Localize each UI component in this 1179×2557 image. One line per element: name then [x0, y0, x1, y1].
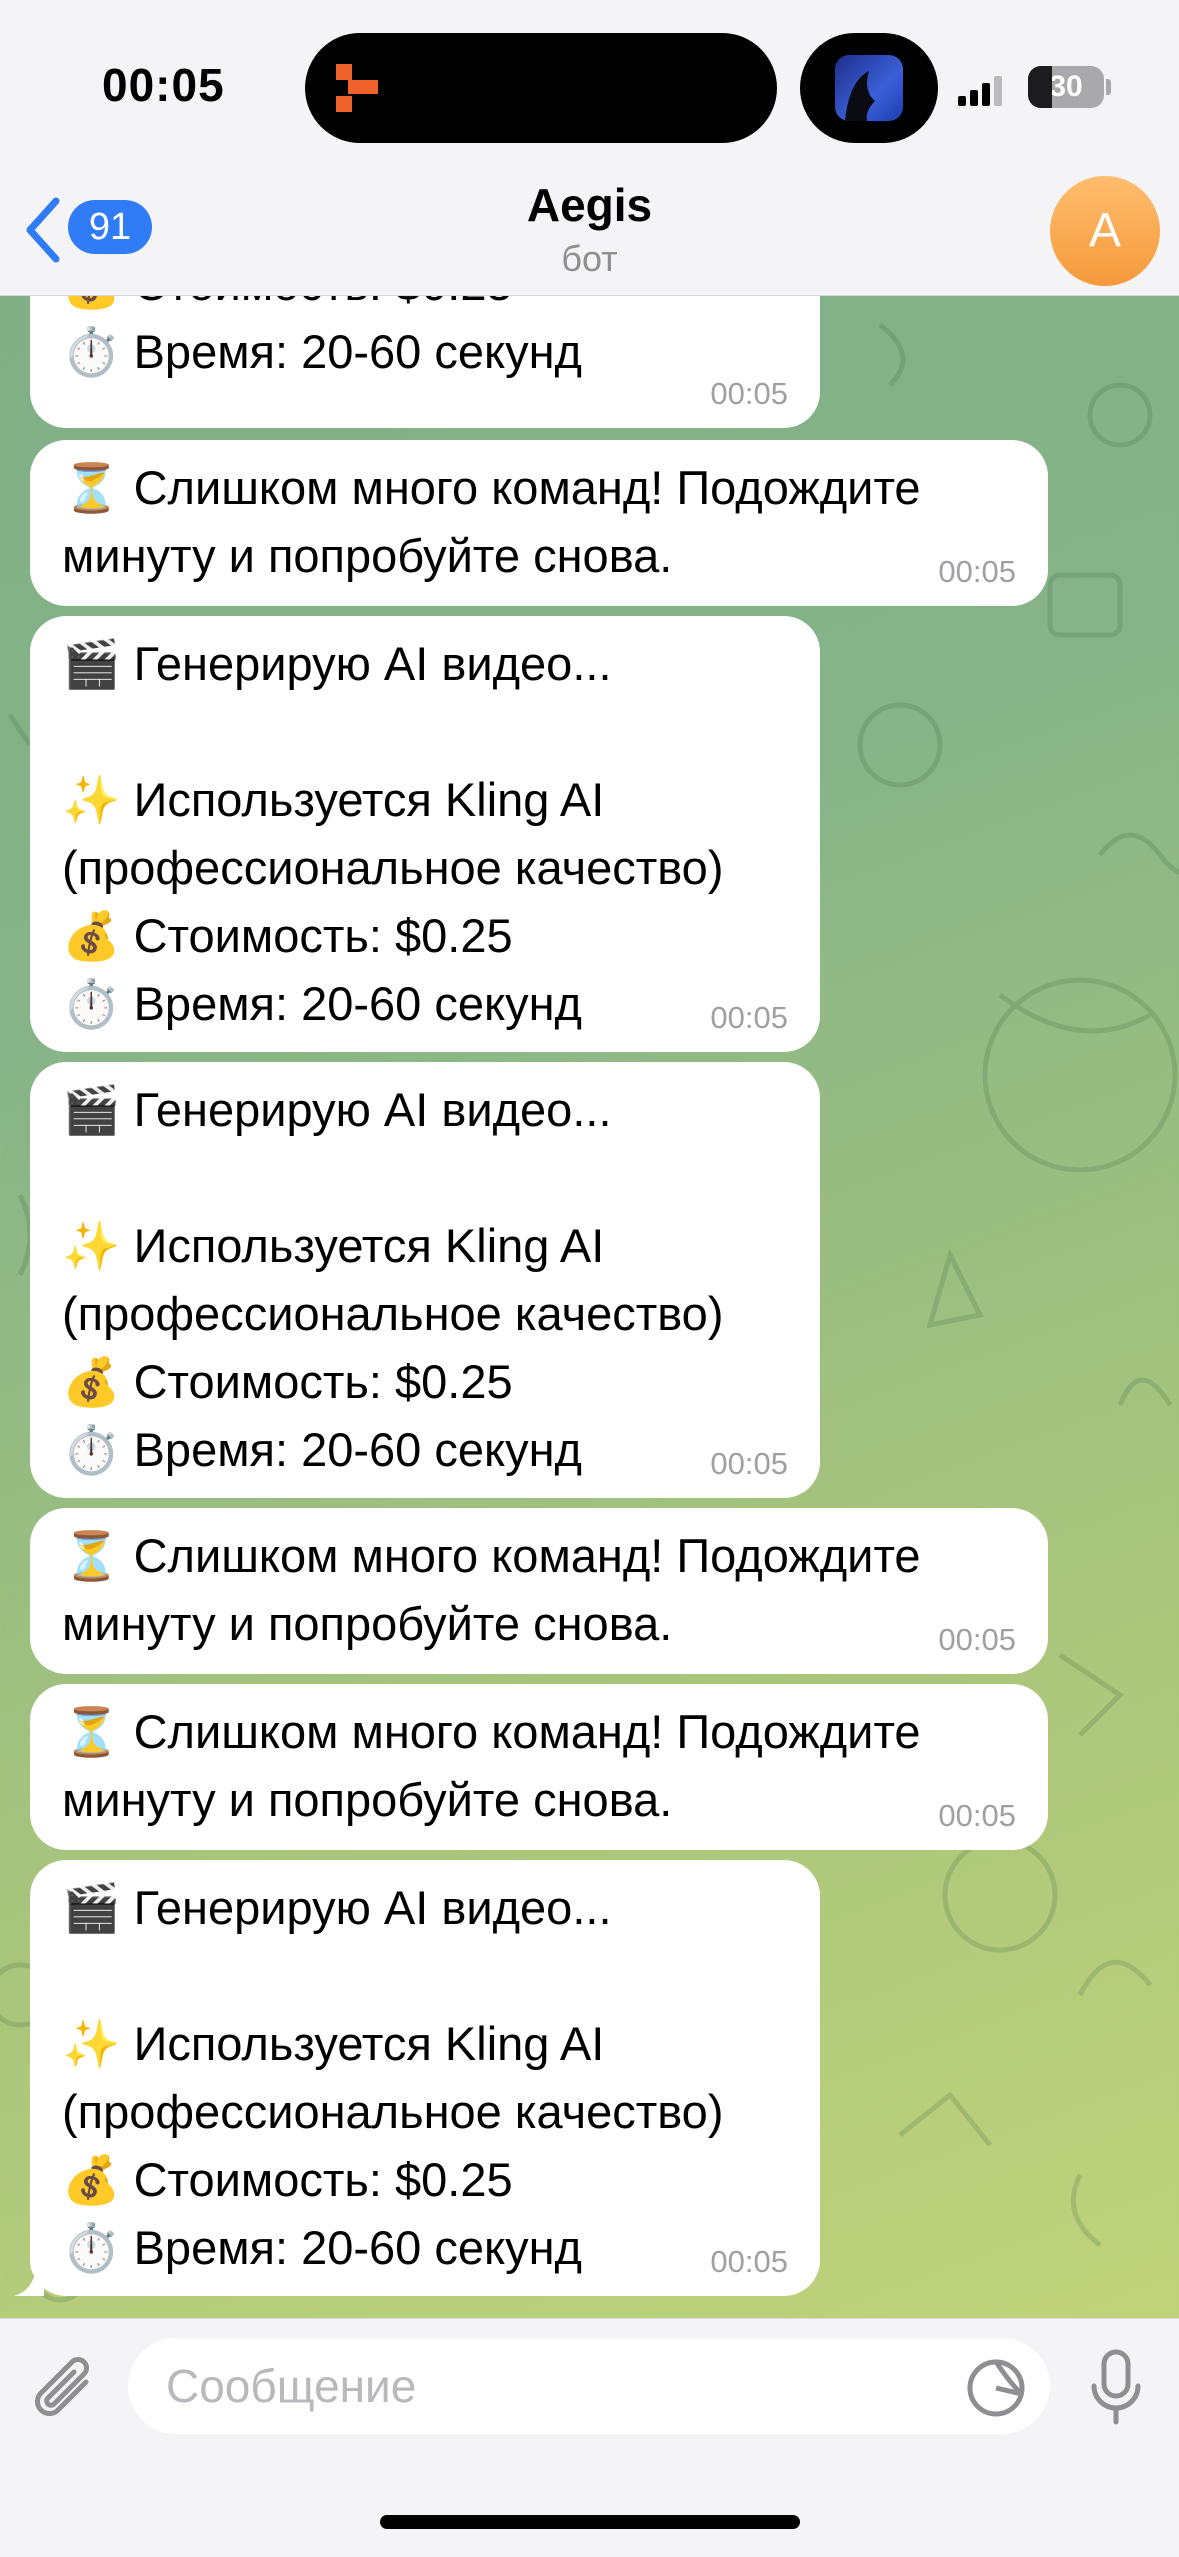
paperclip-icon[interactable] — [30, 2352, 100, 2428]
message-time: 00:05 — [710, 1000, 788, 1035]
message-bubble[interactable]: 🎬 Генерирую AI видео... ✨ Используется K… — [30, 1860, 820, 2296]
avatar[interactable]: A — [1050, 176, 1160, 286]
message-line: (профессиональное качество) — [62, 2085, 724, 2138]
message-line: минуту и попробуйте снова. — [62, 1597, 673, 1650]
status-time: 00:05 — [102, 59, 225, 111]
message-line: 💰 Стоимость: $0.25 — [62, 909, 513, 962]
battery-level — [1028, 66, 1052, 108]
microphone-icon[interactable] — [1086, 2348, 1146, 2428]
message-line: минуту и попробуйте снова. — [62, 529, 673, 582]
chat-subtitle: бот — [561, 238, 618, 279]
message-line: ⏳ Слишком много команд! Подождите — [62, 1529, 921, 1582]
sticker-icon[interactable] — [966, 2358, 1026, 2418]
message-line: ⏳ Слишком много команд! Подождите — [62, 461, 921, 514]
message-bubble[interactable]: 🎬 Генерирую AI видео... ✨ Используется K… — [30, 1062, 820, 1498]
bubble-tail — [14, 2266, 44, 2296]
message-line: (профессиональное качество) — [62, 1287, 724, 1340]
chat-title[interactable]: Aegis — [0, 178, 1179, 232]
message-line: ✨ Используется Kling AI — [62, 2017, 605, 2070]
message-time: 00:05 — [710, 376, 788, 411]
message-line: ✨ Используется Kling AI — [62, 1219, 605, 1272]
message-time: 00:05 — [938, 1798, 1016, 1833]
message-line: ✨ Используется Kling AI — [62, 773, 605, 826]
battery-tip — [1106, 79, 1111, 95]
message-bubble[interactable]: ⏳ Слишком много команд! Подождите минуту… — [30, 440, 1048, 606]
message-time: 00:05 — [710, 1446, 788, 1481]
message-line: 💰 Стоимость: $0.25 — [62, 1355, 513, 1408]
message-line: ⏱️ Время: 20-60 секунд — [62, 325, 582, 378]
message-line: ⏱️ Время: 20-60 секунд — [62, 2221, 582, 2274]
home-indicator — [380, 2515, 800, 2529]
message-line: минуту и попробуйте снова. — [62, 1773, 673, 1826]
signal-icon — [958, 76, 1002, 106]
message-bubble[interactable]: ⏳ Слишком много команд! Подождите минуту… — [30, 1684, 1048, 1850]
message-time: 00:05 — [710, 2244, 788, 2279]
message-time: 00:05 — [938, 554, 1016, 589]
message-line: 🎬 Генерирую AI видео... — [62, 1083, 612, 1136]
message-line: 💰 Стоимость: $0.25 — [62, 2153, 513, 2206]
message-line: ⏳ Слишком много команд! Подождите — [62, 1705, 921, 1758]
message-input[interactable]: Сообщение — [128, 2338, 1050, 2434]
message-bubble[interactable]: ⏳ Слишком много команд! Подождите минуту… — [30, 1508, 1048, 1674]
message-line: 🎬 Генерирую AI видео... — [62, 1881, 612, 1934]
message-bubble[interactable]: 💰 Стоимость: $0.25 ⏱️ Время: 20-60 секун… — [30, 296, 820, 428]
message-bubble[interactable]: 🎬 Генерирую AI видео... ✨ Используется K… — [30, 616, 820, 1052]
message-line: 💰 Стоимость: $0.25 — [62, 296, 790, 318]
message-list[interactable]: 💰 Стоимость: $0.25 ⏱️ Время: 20-60 секун… — [0, 296, 1179, 2316]
message-time: 00:05 — [938, 1622, 1016, 1657]
message-line: ⏱️ Время: 20-60 секунд — [62, 1423, 582, 1476]
message-line: (профессиональное качество) — [62, 841, 724, 894]
now-playing-artwork — [835, 55, 903, 121]
message-line: 🎬 Генерирую AI видео... — [62, 637, 612, 690]
message-line: ⏱️ Время: 20-60 секунд — [62, 977, 582, 1030]
live-activity-icon — [336, 64, 378, 112]
